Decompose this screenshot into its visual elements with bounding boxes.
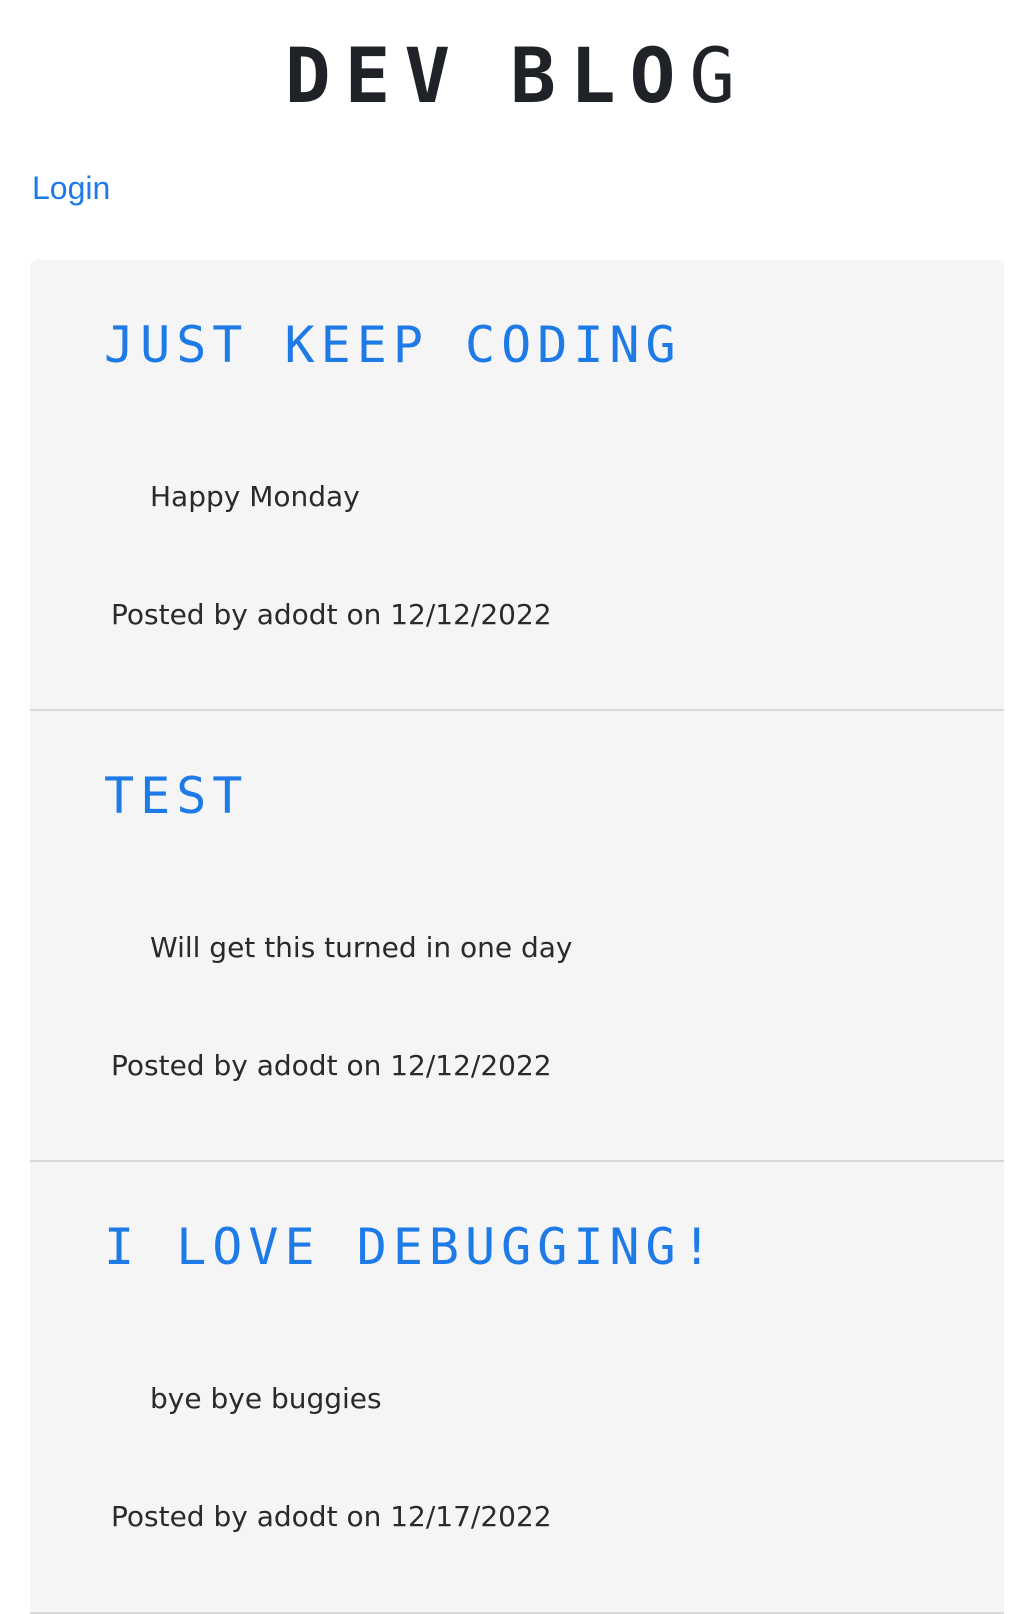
login-link[interactable]: Login: [32, 170, 110, 206]
site-logo[interactable]: DEV BLOG: [285, 38, 749, 114]
post-body: Happy Monday: [150, 480, 360, 513]
post-meta: Posted by adodt on 12/12/2022: [111, 598, 552, 631]
post-card: Just Keep Coding Happy Monday Posted by …: [30, 260, 1004, 711]
post-title[interactable]: Test: [104, 767, 248, 825]
site-header: DEV BLOG: [0, 0, 1034, 150]
post-meta: Posted by adodt on 12/17/2022: [111, 1500, 552, 1533]
post-body: Will get this turned in one day: [150, 931, 573, 964]
top-nav: Login: [32, 170, 110, 207]
post-card: Test Will get this turned in one day Pos…: [30, 711, 1004, 1162]
post-title[interactable]: I Love Debugging!: [104, 1218, 718, 1276]
logo-word-dev: DEV: [284, 31, 465, 120]
post-title[interactable]: Just Keep Coding: [104, 316, 682, 374]
logo-word-blog: BLOG: [510, 31, 750, 120]
post-list: Just Keep Coding Happy Monday Posted by …: [30, 260, 1004, 1614]
post-body: bye bye buggies: [150, 1382, 382, 1415]
post-meta: Posted by adodt on 12/12/2022: [111, 1049, 552, 1082]
post-card: I Love Debugging! bye bye buggies Posted…: [30, 1162, 1004, 1614]
